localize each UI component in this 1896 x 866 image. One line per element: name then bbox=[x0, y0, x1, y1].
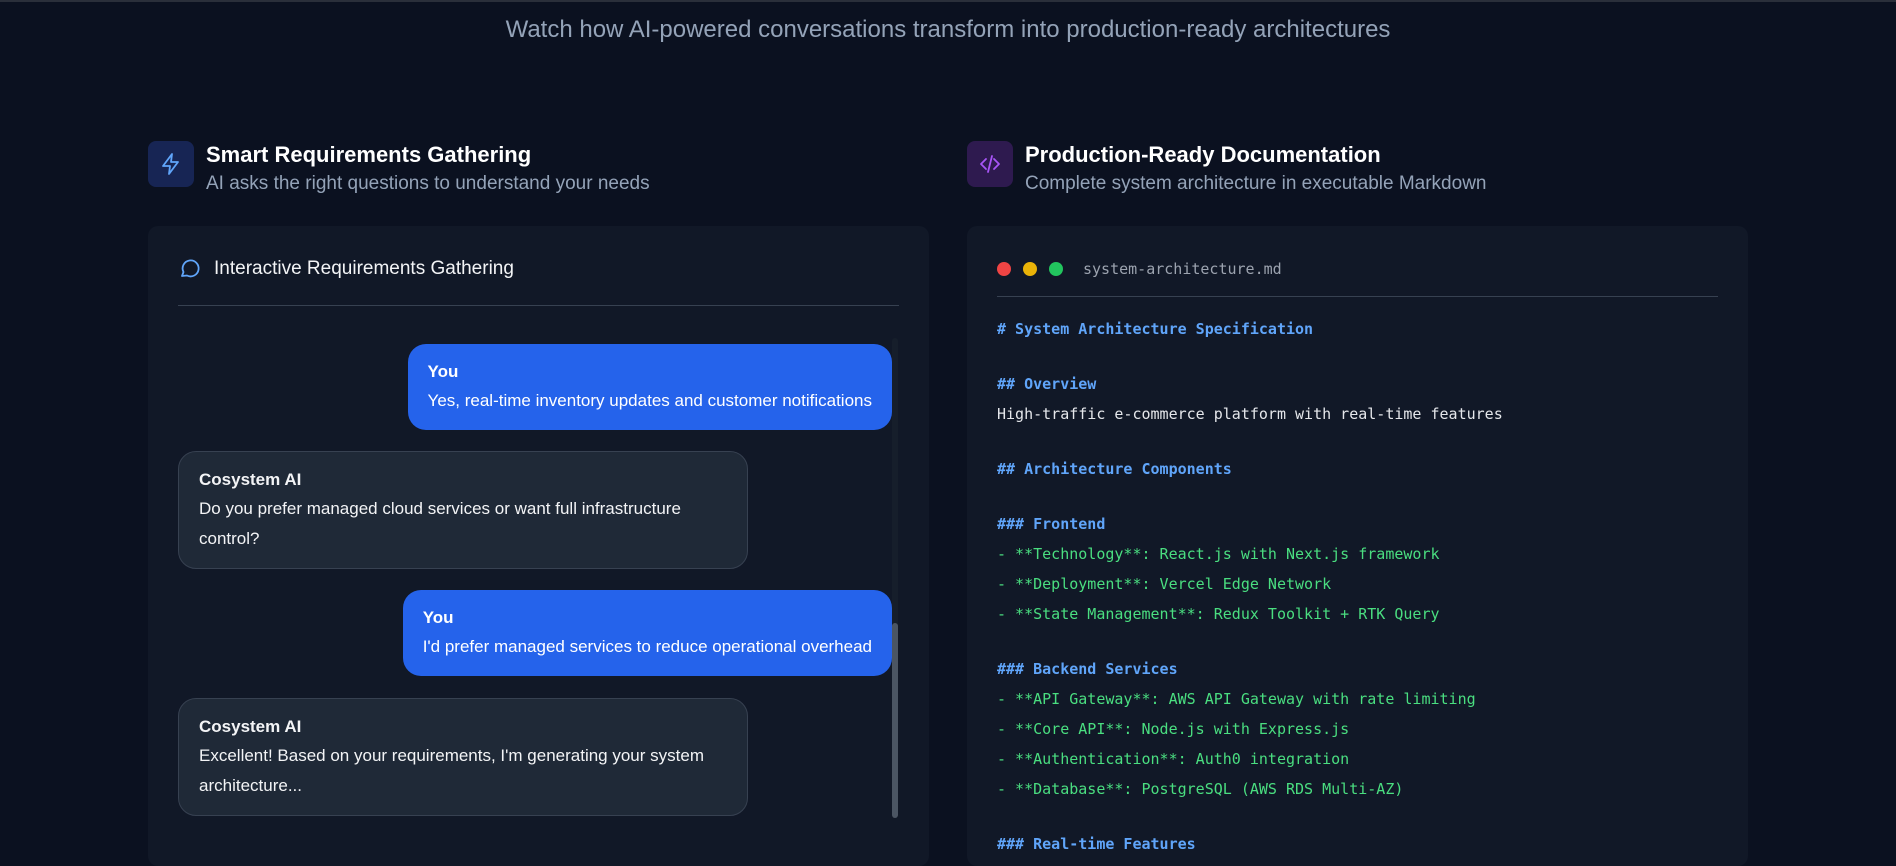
chat-message-ai: Cosystem AI Excellent! Based on your req… bbox=[178, 698, 748, 816]
chat-message-ai: Cosystem AI Do you prefer managed cloud … bbox=[178, 451, 748, 569]
message-sender: Cosystem AI bbox=[199, 717, 302, 736]
page-subtitle: Watch how AI-powered conversations trans… bbox=[505, 16, 1391, 43]
message-sender: Cosystem AI bbox=[199, 470, 302, 489]
code-line: ### Frontend bbox=[997, 515, 1106, 533]
file-name: system-architecture.md bbox=[1083, 260, 1282, 278]
message-text: Do you prefer managed cloud services or … bbox=[199, 499, 681, 548]
chat-message-user: You Yes, real-time inventory updates and… bbox=[407, 344, 892, 430]
markdown-content: # System Architecture Specification ## Ov… bbox=[997, 314, 1503, 859]
chat-panel: Interactive Requirements Gathering You Y… bbox=[148, 226, 929, 866]
file-header-divider bbox=[997, 296, 1718, 297]
message-text: I'd prefer managed services to reduce op… bbox=[422, 637, 872, 656]
chat-message-user: You I'd prefer managed services to reduc… bbox=[402, 590, 892, 676]
code-line: ## Overview bbox=[997, 375, 1097, 393]
code-line: High-traffic e-commerce platform with re… bbox=[997, 405, 1503, 423]
green-dot-icon bbox=[1049, 262, 1063, 276]
message-text: Excellent! Based on your requirements, I… bbox=[199, 746, 704, 795]
code-line: - **Technology**: React.js with Next.js … bbox=[997, 545, 1440, 563]
code-line: ## Architecture Components bbox=[997, 460, 1232, 478]
section-title: Smart Requirements Gathering bbox=[206, 142, 532, 167]
chat-scrollbar[interactable] bbox=[892, 338, 898, 818]
section-subtitle: Complete system architecture in executab… bbox=[1025, 173, 1487, 194]
requirements-section-header: Smart Requirements Gathering AI asks the… bbox=[148, 141, 650, 195]
message-sender: You bbox=[422, 608, 454, 627]
chat-panel-title: Interactive Requirements Gathering bbox=[214, 258, 514, 279]
code-line: - **Deployment**: Vercel Edge Network bbox=[997, 575, 1332, 593]
chat-panel-header: Interactive Requirements Gathering bbox=[178, 256, 899, 306]
message-text: Yes, real-time inventory updates and cus… bbox=[427, 391, 872, 410]
lightning-icon bbox=[148, 141, 194, 187]
code-line: ### Real-time Features bbox=[997, 835, 1196, 853]
message-sender: You bbox=[427, 362, 459, 381]
top-divider bbox=[0, 0, 1896, 2]
code-line: - **Authentication**: Auth0 integration bbox=[997, 750, 1350, 768]
documentation-section-header: Production-Ready Documentation Complete … bbox=[967, 141, 1486, 195]
chat-bubble-icon bbox=[178, 256, 202, 285]
code-line: - **API Gateway**: AWS API Gateway with … bbox=[997, 690, 1476, 708]
markdown-panel: system-architecture.md # System Architec… bbox=[967, 226, 1748, 866]
red-dot-icon bbox=[997, 262, 1011, 276]
code-line: - **State Management**: Redux Toolkit + … bbox=[997, 605, 1440, 623]
section-subtitle: AI asks the right questions to understan… bbox=[206, 173, 650, 194]
code-icon bbox=[967, 141, 1013, 187]
chat-scrollbar-thumb[interactable] bbox=[892, 623, 898, 818]
section-title: Production-Ready Documentation bbox=[1025, 142, 1381, 167]
code-line: # System Architecture Specification bbox=[997, 320, 1314, 338]
code-line: - **Core API**: Node.js with Express.js bbox=[997, 720, 1350, 738]
window-controls: system-architecture.md bbox=[997, 260, 1282, 278]
code-line: - **Database**: PostgreSQL (AWS RDS Mult… bbox=[997, 780, 1404, 798]
code-line: ### Backend Services bbox=[997, 660, 1178, 678]
yellow-dot-icon bbox=[1023, 262, 1037, 276]
